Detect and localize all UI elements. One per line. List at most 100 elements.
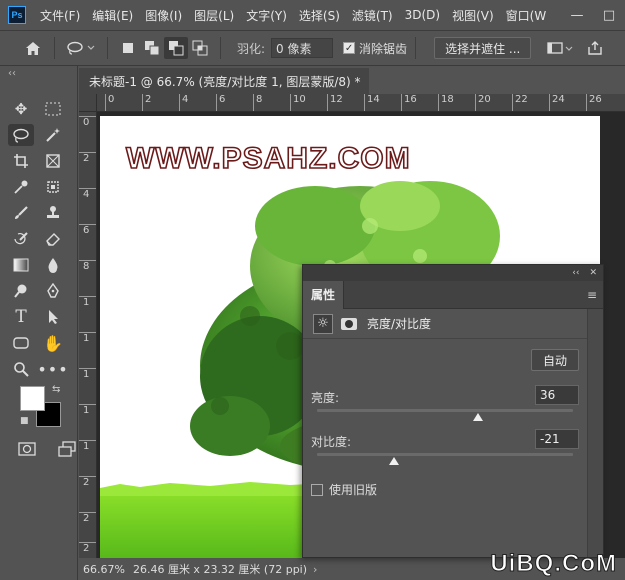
- default-colors-icon[interactable]: ■: [20, 416, 29, 426]
- subtract-selection-icon[interactable]: [164, 37, 188, 59]
- menu-view[interactable]: 视图(V): [452, 7, 494, 24]
- zoom-level[interactable]: 66.67%: [83, 563, 125, 576]
- pen-tool-icon[interactable]: [40, 280, 66, 302]
- marquee-tool-icon[interactable]: [40, 98, 66, 120]
- brightness-slider[interactable]: [317, 409, 573, 412]
- select-and-mask-button[interactable]: 选择并遮住 ...: [434, 37, 532, 59]
- ruler-tick: 2: [79, 542, 96, 555]
- dodge-tool-icon[interactable]: [8, 280, 34, 302]
- panel-title-bar[interactable]: ‹‹ ✕: [303, 265, 603, 281]
- auto-button[interactable]: 自动: [531, 349, 579, 371]
- adjustment-layer-row: ☼ 亮度/对比度: [303, 309, 603, 339]
- eyedropper-icon[interactable]: [8, 176, 34, 198]
- quick-mask-icon[interactable]: [14, 438, 40, 460]
- brush-tool-icon[interactable]: [8, 202, 34, 224]
- menu-select[interactable]: 选择(S): [299, 7, 340, 24]
- patch-tool-icon[interactable]: [40, 176, 66, 198]
- menu-filter[interactable]: 滤镜(T): [352, 7, 393, 24]
- menu-bar: Ps 文件(F) 编辑(E) 图像(I) 图层(L) 文字(Y) 选择(S) 滤…: [0, 0, 625, 30]
- panel-menu-icon[interactable]: ≡: [587, 288, 597, 302]
- collapse-toolbar-icon[interactable]: ‹‹: [8, 68, 16, 79]
- ruler-tick: 20: [475, 94, 491, 111]
- ruler-tick: 1: [79, 404, 96, 417]
- ruler-tick: 2: [79, 476, 96, 489]
- ruler-tick: 2: [79, 152, 96, 165]
- maximize-button[interactable]: □: [593, 8, 625, 23]
- layer-mask-icon[interactable]: [339, 314, 359, 334]
- minimize-button[interactable]: —: [561, 8, 593, 23]
- tool-panel: ‹‹ ✥ T ✋ ••• ⇆ ■: [0, 66, 78, 580]
- type-tool-icon[interactable]: T: [8, 306, 34, 328]
- ruler-origin[interactable]: [79, 94, 97, 112]
- stamp-tool-icon[interactable]: [40, 202, 66, 224]
- foreground-color-swatch[interactable]: [20, 386, 45, 411]
- frame-tool-icon[interactable]: [40, 150, 66, 172]
- move-tool-icon[interactable]: ✥: [8, 98, 34, 120]
- zoom-tool-icon[interactable]: [8, 358, 34, 380]
- more-tools-icon[interactable]: •••: [37, 358, 67, 380]
- ruler-tick: 4: [79, 188, 96, 201]
- workspace-icon[interactable]: [545, 37, 575, 59]
- use-legacy-row: 使用旧版: [311, 481, 377, 498]
- document-tab-title: 未标题-1 @ 66.7% (亮度/对比度 1, 图层蒙版/8) *: [89, 74, 361, 89]
- history-brush-icon[interactable]: [8, 228, 34, 250]
- menu-layer[interactable]: 图层(L): [194, 7, 234, 24]
- path-selection-icon[interactable]: [40, 306, 66, 328]
- horizontal-ruler[interactable]: 0 2 4 6 8 10 12 14 16 18 20 22 24 26: [97, 94, 625, 112]
- ruler-tick: 26: [586, 94, 602, 111]
- brightness-label: 亮度:: [311, 391, 340, 405]
- contrast-slider[interactable]: [317, 453, 573, 456]
- menu-edit[interactable]: 编辑(E): [92, 7, 133, 24]
- menu-window[interactable]: 窗口(W: [506, 7, 547, 24]
- lasso-tool-icon[interactable]: [8, 124, 34, 146]
- magic-wand-icon[interactable]: [40, 124, 66, 146]
- gradient-tool-icon[interactable]: [8, 254, 34, 276]
- ruler-tick: 6: [79, 224, 96, 237]
- status-menu-arrow-icon[interactable]: ›: [313, 563, 317, 576]
- use-legacy-checkbox[interactable]: [311, 483, 323, 496]
- panel-scrollbar[interactable]: [587, 309, 603, 557]
- menu-file[interactable]: 文件(F): [40, 7, 80, 24]
- screen-mode-icon[interactable]: [54, 438, 80, 460]
- brightness-input[interactable]: 36: [535, 385, 579, 405]
- feather-label: 羽化:: [237, 41, 266, 56]
- lasso-preset-icon[interactable]: [63, 37, 99, 59]
- collapse-panel-icon[interactable]: ‹‹: [572, 268, 579, 278]
- home-icon[interactable]: [20, 37, 46, 59]
- color-swatches: ⇆ ■: [20, 384, 64, 430]
- new-selection-icon[interactable]: [116, 37, 140, 59]
- ruler-tick: 18: [438, 94, 454, 111]
- crop-tool-icon[interactable]: [8, 150, 34, 172]
- blur-tool-icon[interactable]: [40, 254, 66, 276]
- contrast-input[interactable]: -21: [535, 429, 579, 449]
- ruler-tick: 2: [79, 512, 96, 525]
- contrast-label: 对比度:: [311, 435, 352, 449]
- swap-colors-icon[interactable]: ⇆: [52, 384, 60, 395]
- canvas-watermark-text: WWW.PSAHZ.COM: [125, 141, 411, 176]
- menu-type[interactable]: 文字(Y): [246, 7, 287, 24]
- antialias-checkbox[interactable]: ✓: [343, 42, 356, 54]
- ruler-tick: 14: [364, 94, 380, 111]
- brightness-slider-thumb[interactable]: [473, 413, 484, 421]
- menu-3d[interactable]: 3D(D): [405, 8, 440, 22]
- ruler-tick: 1: [79, 332, 96, 345]
- feather-input[interactable]: [271, 38, 334, 58]
- brightness-contrast-icon[interactable]: ☼: [313, 313, 333, 334]
- use-legacy-label: 使用旧版: [329, 483, 378, 497]
- hand-tool-icon[interactable]: ✋: [40, 332, 66, 354]
- share-icon[interactable]: [583, 37, 607, 59]
- add-selection-icon[interactable]: [140, 37, 164, 59]
- eraser-tool-icon[interactable]: [40, 228, 66, 250]
- vertical-ruler[interactable]: 0 2 4 6 8 1 1 1 1 1 2 2 2: [79, 112, 97, 560]
- properties-panel: ‹‹ ✕ 属性 ≡ ☼ 亮度/对比度 自动 亮度: 36 对比度: -21 使用…: [302, 264, 604, 558]
- contrast-slider-thumb[interactable]: [388, 457, 399, 465]
- intersect-selection-icon[interactable]: [188, 37, 212, 59]
- ruler-tick: 10: [290, 94, 306, 111]
- document-info: 26.46 厘米 x 23.32 厘米 (72 ppi): [132, 563, 308, 576]
- tab-properties[interactable]: 属性: [303, 280, 345, 309]
- document-tab[interactable]: 未标题-1 @ 66.7% (亮度/对比度 1, 图层蒙版/8) * ×: [79, 66, 381, 94]
- rectangle-tool-icon[interactable]: [8, 332, 34, 354]
- close-panel-icon[interactable]: ✕: [589, 268, 597, 278]
- ruler-tick: 24: [549, 94, 565, 111]
- menu-image[interactable]: 图像(I): [145, 7, 182, 24]
